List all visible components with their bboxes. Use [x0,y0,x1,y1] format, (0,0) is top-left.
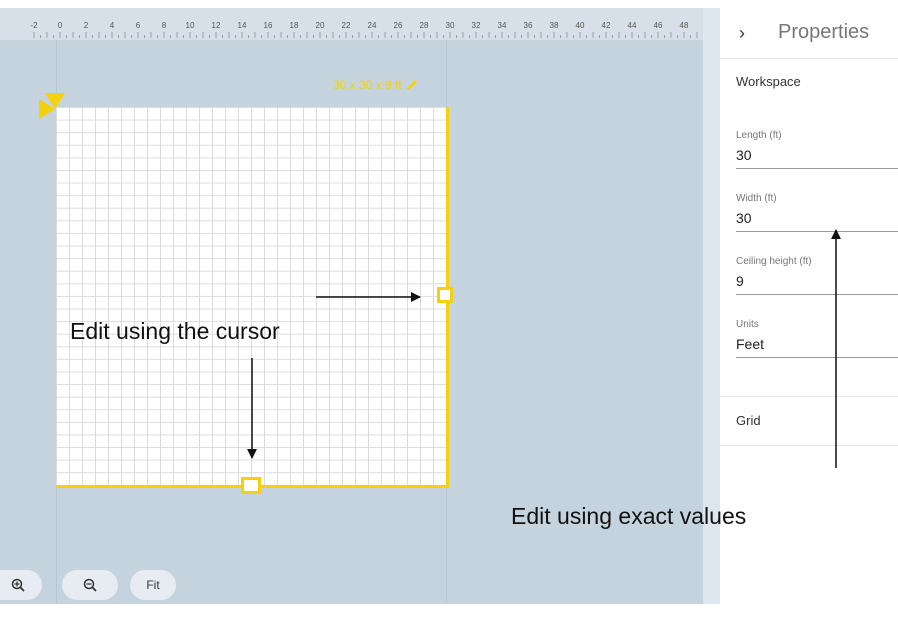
annotation-edit-cursor: Edit using the cursor [70,318,280,344]
annotation-arrows [247,229,841,468]
annotation-edit-exact: Edit using exact values [511,503,747,529]
